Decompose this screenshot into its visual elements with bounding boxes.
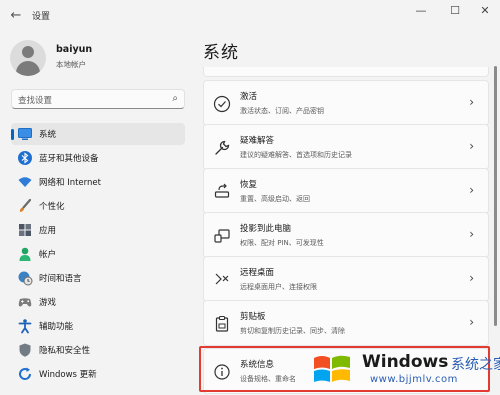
person-icon [19, 247, 31, 261]
sidebar-item-label: 应用 [39, 226, 57, 236]
card-subtitle: 远程桌面用户、连接权限 [240, 283, 317, 291]
page-title: 系统 [203, 43, 239, 63]
projection-icon [214, 229, 230, 243]
settings-window: ← 设置 — ☐ ✕ baiyun 本地帐户 查找设置 ⌕ 系统 蓝牙和其他设备 [0, 0, 500, 395]
card-subtitle: 重置、高级启动、返回 [240, 195, 310, 203]
avatar [10, 40, 46, 76]
card-subtitle: 建议的疑难解答、首选项和历史记录 [240, 151, 352, 159]
activation-check-icon [213, 95, 231, 113]
maximize-button[interactable]: ☐ [440, 0, 470, 22]
gamepad-icon [18, 298, 32, 307]
user-name: baiyun [56, 44, 93, 55]
sidebar-item-label: 游戏 [39, 298, 57, 308]
watermark-brand: Windows [362, 352, 449, 372]
sidebar-item-label: 时间和语言 [39, 274, 82, 284]
setting-card-project-to-pc[interactable]: 投影到此电脑 权限、配对 PIN、可发现性 › [203, 212, 489, 258]
shield-icon [19, 343, 31, 357]
card-subtitle: 激活状态、订阅、产品密钥 [240, 107, 324, 115]
sidebar-item-gaming[interactable]: 游戏 [11, 291, 185, 313]
setting-card-troubleshoot[interactable]: 疑难解答 建议的疑难解答、首选项和历史记录 › [203, 124, 489, 170]
wifi-icon [18, 177, 32, 187]
sidebar-item-label: 隐私和安全性 [39, 346, 91, 356]
brush-icon [19, 198, 32, 212]
scrollbar[interactable] [494, 66, 497, 386]
active-indicator [11, 129, 14, 140]
apps-icon [19, 224, 31, 236]
sidebar-item-time-language[interactable]: 时间和语言 [11, 267, 185, 289]
sidebar-item-label: Windows 更新 [39, 370, 97, 380]
sidebar-item-apps[interactable]: 应用 [11, 219, 185, 241]
back-arrow-icon[interactable]: ← [8, 8, 24, 24]
sidebar-item-label: 帐户 [39, 250, 57, 260]
close-button[interactable]: ✕ [470, 0, 500, 22]
setting-card-activation[interactable]: 激活 激活状态、订阅、产品密钥 › [203, 80, 489, 126]
search-input[interactable]: 查找设置 ⌕ [11, 89, 185, 109]
card-title: 剪贴板 [240, 312, 266, 322]
sidebar-item-label: 网络和 Internet [39, 178, 101, 188]
chevron-right-icon: › [469, 139, 474, 153]
previous-card-edge [203, 67, 489, 77]
account-type: 本地帐户 [56, 60, 86, 69]
watermark: Windows 系统之家 www.bjjmlv.com [310, 342, 500, 395]
monitor-icon [18, 128, 32, 140]
setting-card-remote-desktop[interactable]: 远程桌面 远程桌面用户、连接权限 › [203, 256, 489, 302]
card-subtitle: 剪切和复制历史记录、同步、清除 [240, 327, 345, 335]
card-title: 投影到此电脑 [240, 224, 292, 234]
sidebar-item-system[interactable]: 系统 [11, 123, 185, 145]
title-bar: ← 设置 — ☐ ✕ [0, 0, 500, 32]
card-title: 恢复 [240, 180, 258, 190]
sidebar-item-label: 辅助功能 [39, 322, 74, 332]
chevron-right-icon: › [469, 183, 474, 197]
remote-desktop-icon [215, 273, 229, 285]
card-title: 疑难解答 [240, 136, 275, 146]
windows-flag-logo-icon [314, 355, 350, 382]
search-icon[interactable]: ⌕ [172, 93, 178, 104]
sidebar-item-windows-update[interactable]: Windows 更新 [11, 363, 185, 385]
sidebar-item-label: 个性化 [39, 202, 65, 212]
update-icon [19, 367, 32, 380]
minimize-button[interactable]: — [406, 0, 436, 22]
watermark-url: www.bjjmlv.com [370, 374, 458, 385]
window-title: 设置 [32, 12, 51, 22]
setting-card-clipboard[interactable]: 剪贴板 剪切和复制历史记录、同步、清除 › [203, 300, 489, 346]
watermark-brand-suffix: 系统之家 [451, 357, 500, 373]
card-title: 激活 [240, 92, 258, 102]
card-title: 远程桌面 [240, 268, 275, 278]
sidebar-item-personalization[interactable]: 个性化 [11, 195, 185, 217]
chevron-right-icon: › [469, 227, 474, 241]
card-subtitle: 权限、配对 PIN、可发现性 [240, 239, 324, 247]
sidebar-item-privacy[interactable]: 隐私和安全性 [11, 339, 185, 361]
wrench-icon [215, 140, 230, 155]
chevron-right-icon: › [469, 315, 474, 329]
bluetooth-icon [18, 151, 32, 165]
sidebar-item-accessibility[interactable]: 辅助功能 [11, 315, 185, 337]
sidebar-item-label: 蓝牙和其他设备 [39, 154, 99, 164]
sidebar-item-accounts[interactable]: 帐户 [11, 243, 185, 265]
scrollbar-thumb[interactable] [494, 66, 497, 326]
accessibility-icon [18, 319, 32, 334]
recovery-icon [214, 183, 230, 198]
sidebar-item-network[interactable]: 网络和 Internet [11, 171, 185, 193]
clipboard-icon [215, 315, 229, 332]
globe-clock-icon [18, 271, 33, 286]
search-placeholder: 查找设置 [18, 96, 53, 106]
chevron-right-icon: › [469, 271, 474, 285]
sidebar-item-bluetooth[interactable]: 蓝牙和其他设备 [11, 147, 185, 169]
setting-card-recovery[interactable]: 恢复 重置、高级启动、返回 › [203, 168, 489, 214]
chevron-right-icon: › [469, 95, 474, 109]
sidebar-item-label: 系统 [39, 130, 57, 140]
